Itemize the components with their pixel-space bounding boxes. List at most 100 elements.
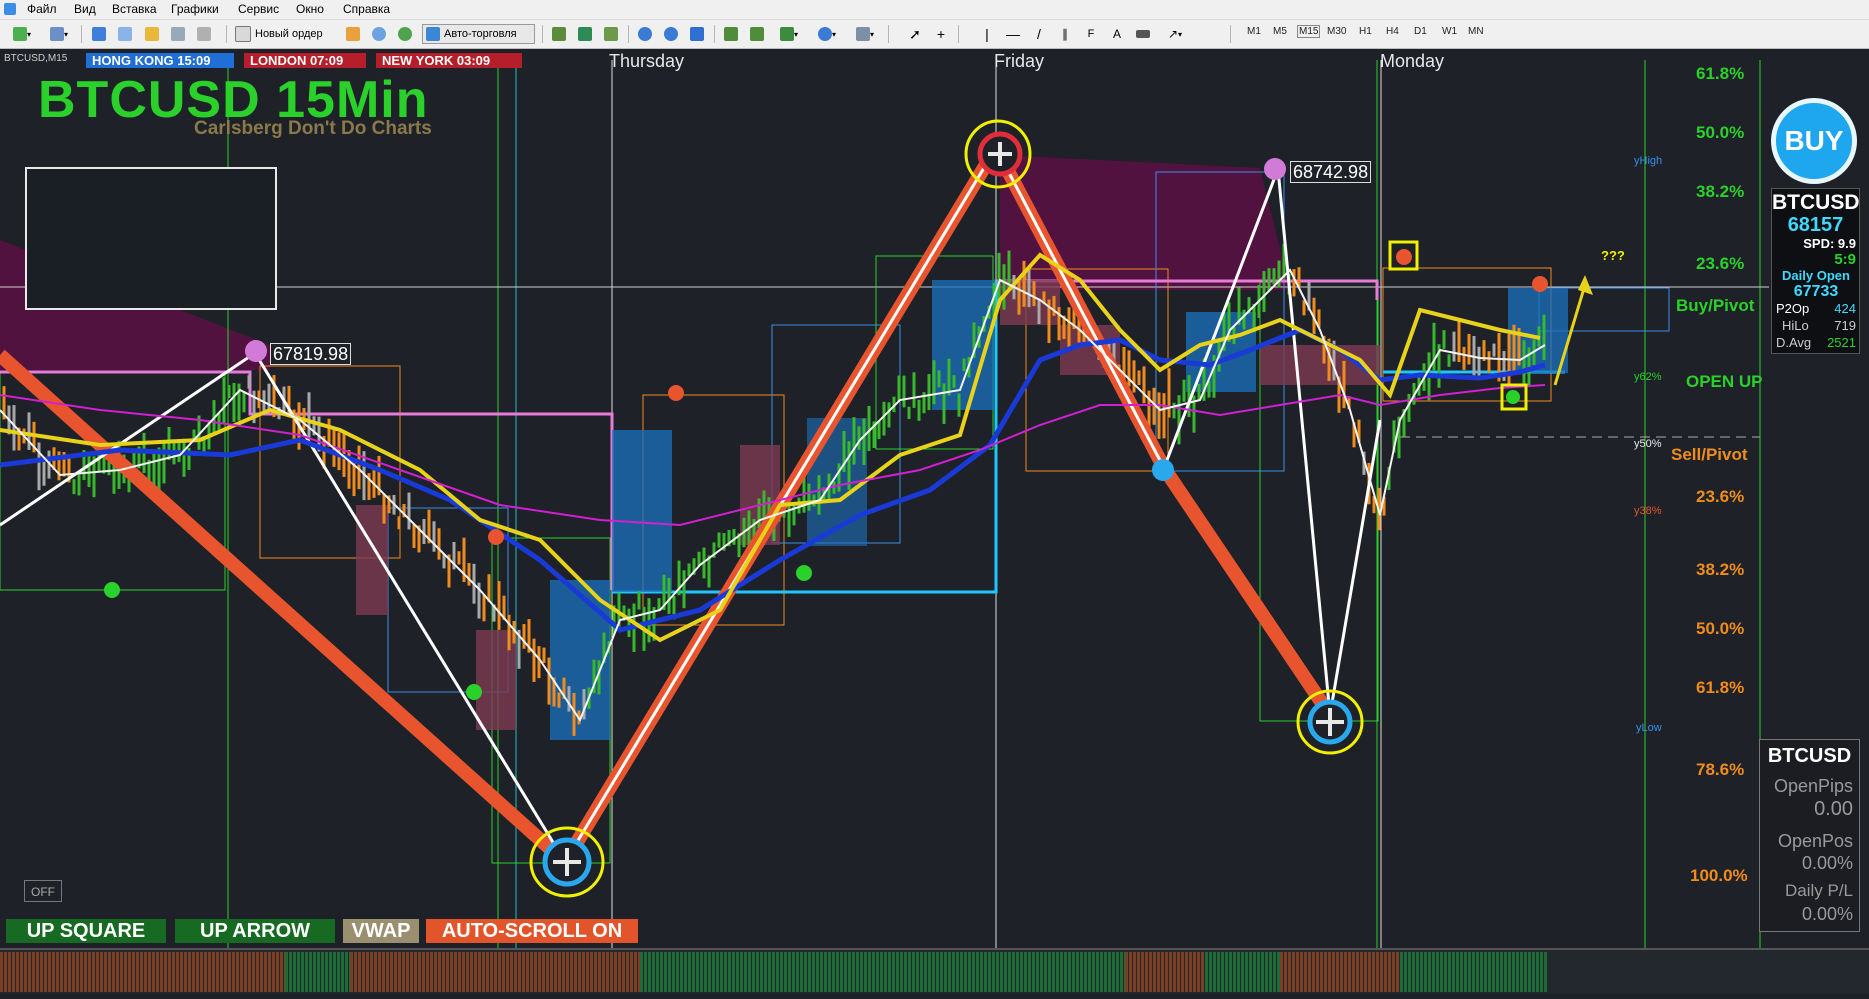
histogram-bar xyxy=(148,952,151,992)
session-new-york: NEW YORK 03:09 xyxy=(376,53,522,68)
autotrading-button[interactable]: Авто-торговля xyxy=(422,24,535,44)
histogram-bar xyxy=(1193,952,1196,992)
histogram-canvas xyxy=(0,952,1547,992)
histogram-bar xyxy=(996,952,999,992)
info-daily-open-label: Daily Open xyxy=(1782,268,1850,283)
off-button[interactable]: OFF xyxy=(24,880,62,902)
tf-m1[interactable]: M1 xyxy=(1247,26,1261,37)
tf-m15[interactable]: M15 xyxy=(1297,25,1321,38)
market-button[interactable] xyxy=(394,24,416,44)
histogram-bar xyxy=(1181,952,1184,992)
fibonacci-icon: F xyxy=(1087,28,1095,40)
histogram-bar xyxy=(1344,952,1347,992)
trendline-button[interactable]: / xyxy=(1028,24,1050,44)
yellow-arrow-head xyxy=(1578,275,1593,295)
zoom-in-button[interactable] xyxy=(634,24,656,44)
histogram-bar xyxy=(260,952,263,992)
new-order-icon xyxy=(235,26,251,42)
tf-mn[interactable]: MN xyxy=(1468,26,1484,37)
histogram-bar xyxy=(386,952,389,992)
meta-editor-button[interactable] xyxy=(342,24,364,44)
indicators-button[interactable]: ▾ xyxy=(772,24,806,44)
histogram-bar xyxy=(884,952,887,992)
label-button[interactable] xyxy=(1132,24,1154,44)
histogram-bar xyxy=(812,952,815,992)
histogram-bar xyxy=(640,952,643,992)
histogram-bar xyxy=(908,952,911,992)
histogram-bar xyxy=(582,952,585,992)
histogram-bar xyxy=(940,952,943,992)
histogram-bar xyxy=(28,952,31,992)
new-order-button[interactable]: Новый ордер xyxy=(234,24,338,44)
chart-shift-button[interactable] xyxy=(746,24,768,44)
tf-h1[interactable]: H1 xyxy=(1359,26,1372,37)
menu-file[interactable]: Файл xyxy=(27,2,57,16)
text-button[interactable]: A xyxy=(1106,24,1128,44)
fibonacci-button[interactable]: F xyxy=(1080,24,1102,44)
tf-w1[interactable]: W1 xyxy=(1442,26,1457,37)
bar-chart-button[interactable] xyxy=(548,24,570,44)
up-square-button[interactable]: UP SQUARE xyxy=(6,919,166,943)
tf-m5[interactable]: M5 xyxy=(1273,26,1287,37)
new-chart-button[interactable]: ▾ xyxy=(4,24,40,44)
menu-tools[interactable]: Сервис xyxy=(238,2,279,16)
menu-insert[interactable]: Вставка xyxy=(112,2,157,16)
histogram-bar xyxy=(4,952,7,992)
cloud-zone-right xyxy=(1000,155,1290,290)
tf-m30[interactable]: M30 xyxy=(1327,26,1346,37)
profiles-button[interactable]: ▾ xyxy=(44,24,74,44)
vwap-button[interactable]: VWAP xyxy=(343,919,419,943)
terminal-button[interactable] xyxy=(141,24,163,44)
histogram-bar xyxy=(760,952,763,992)
navigator-button[interactable] xyxy=(114,24,136,44)
histogram-bar xyxy=(756,952,759,992)
chart-area[interactable] xyxy=(0,49,1869,994)
histogram-bar xyxy=(820,952,823,992)
periods-button[interactable]: ▾ xyxy=(810,24,844,44)
histogram-bar xyxy=(498,952,501,992)
horizontal-line-button[interactable]: — xyxy=(1002,24,1024,44)
y-label-38: y38% xyxy=(1634,505,1662,517)
info-symbol: BTCUSD xyxy=(1772,191,1860,214)
histogram-bar xyxy=(152,952,155,992)
candlestick-button[interactable] xyxy=(574,24,596,44)
templates-button[interactable]: ▾ xyxy=(848,24,882,44)
autoscroll-on-button[interactable]: AUTO-SCROLL ON xyxy=(426,919,638,943)
tile-windows-button[interactable] xyxy=(686,24,708,44)
histogram-bar xyxy=(1209,952,1212,992)
buy-signal-button[interactable]: BUY xyxy=(1771,98,1857,184)
vertical-line-button[interactable]: | xyxy=(976,24,998,44)
menu-window[interactable]: Окно xyxy=(296,2,324,16)
histogram-bar xyxy=(184,952,187,992)
histogram-bar xyxy=(192,952,195,992)
histogram-bar xyxy=(1392,952,1395,992)
up-arrow-button[interactable]: UP ARROW xyxy=(175,919,335,943)
menu-charts[interactable]: Графики xyxy=(171,2,219,16)
autoscroll-button[interactable] xyxy=(720,24,742,44)
histogram-bar xyxy=(972,952,975,992)
market-watch-button[interactable] xyxy=(88,24,110,44)
menu-view[interactable]: Вид xyxy=(74,2,96,16)
histogram-bar xyxy=(518,952,521,992)
histogram-bar xyxy=(852,952,855,992)
cursor-button[interactable]: ➚ xyxy=(904,24,926,44)
line-chart-button[interactable] xyxy=(600,24,622,44)
tester-button[interactable] xyxy=(193,24,215,44)
meta-editor-icon xyxy=(346,27,360,41)
arrows-button[interactable]: ↗ ▾ xyxy=(1158,24,1192,44)
histogram-bar xyxy=(176,952,179,992)
data-window-button[interactable] xyxy=(167,24,189,44)
zoom-out-button[interactable] xyxy=(660,24,682,44)
channel-button[interactable]: ∥ xyxy=(1054,24,1076,44)
histogram-bar xyxy=(430,952,433,992)
tf-d1[interactable]: D1 xyxy=(1414,26,1427,37)
terminal-icon xyxy=(145,27,159,41)
crosshair-button[interactable]: + xyxy=(930,24,952,44)
tf-h4[interactable]: H4 xyxy=(1386,26,1399,37)
histogram-bar xyxy=(1528,952,1531,992)
menu-help[interactable]: Справка xyxy=(343,2,390,16)
signals-button[interactable] xyxy=(368,24,390,44)
histogram-bar xyxy=(1189,952,1192,992)
histogram-bar xyxy=(1104,952,1107,992)
histogram-bar xyxy=(1452,952,1455,992)
